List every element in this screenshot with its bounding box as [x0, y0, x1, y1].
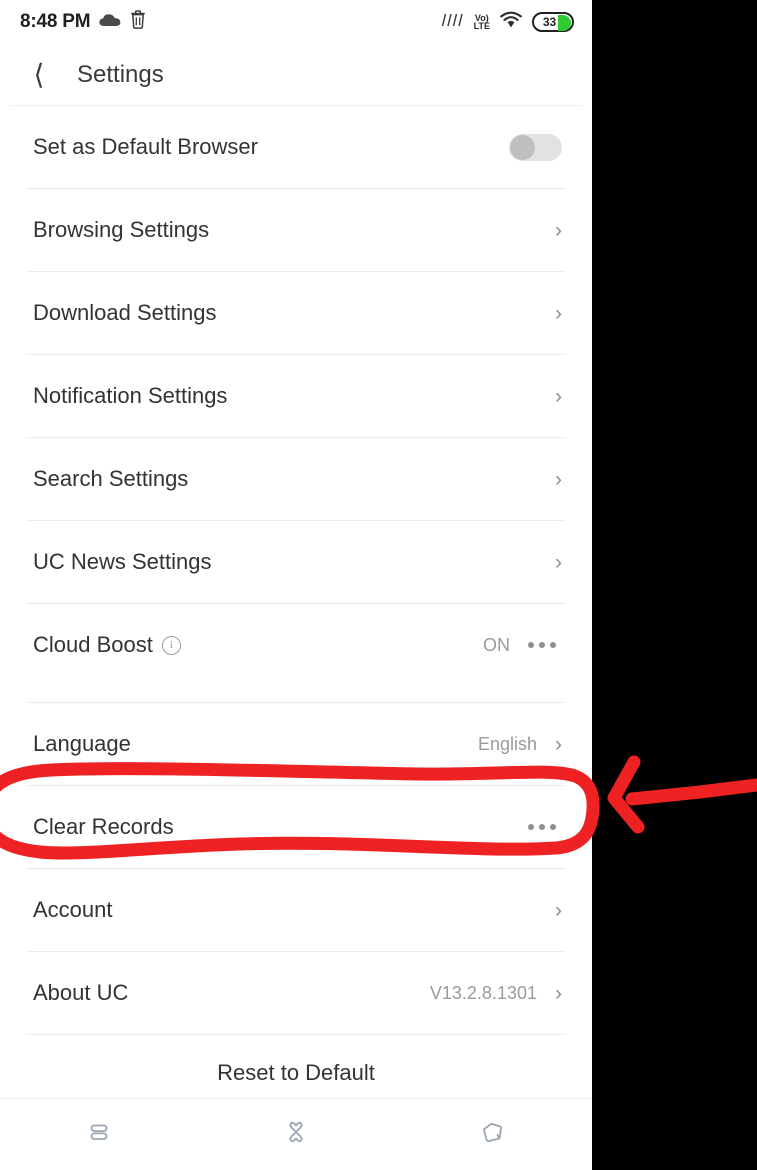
trash-icon — [130, 10, 146, 34]
page-title: Settings — [77, 61, 164, 88]
settings-list: Set as Default Browser Browsing Settings… — [0, 106, 592, 1111]
about-uc-version: V13.2.8.1301 — [429, 982, 537, 1003]
status-bar-right: Vo) LTE 33 — [439, 11, 574, 34]
reset-to-default-label: Reset to Default — [217, 1060, 375, 1085]
default-browser-toggle[interactable] — [509, 133, 562, 161]
settings-row-clear-records[interactable]: Clear Records — [0, 786, 592, 868]
more-options-icon[interactable] — [528, 642, 556, 648]
chevron-right-icon: › — [555, 384, 562, 408]
settings-row-about-uc[interactable]: About UC V13.2.8.1301 › — [0, 952, 592, 1034]
clover-cross-icon — [284, 1120, 308, 1149]
settings-row-download-settings[interactable]: Download Settings › — [0, 272, 592, 354]
battery-fill — [558, 15, 571, 31]
language-value: English — [477, 733, 537, 754]
settings-row-label: Clear Records — [33, 814, 174, 839]
settings-row-label: Notification Settings — [33, 383, 228, 408]
battery-indicator: 33 — [532, 12, 574, 32]
settings-row-right: › — [555, 552, 562, 573]
settings-row-language[interactable]: Language English › — [0, 703, 592, 785]
chevron-right-icon: › — [555, 218, 562, 242]
cloud-boost-value: ON — [483, 634, 510, 655]
section-gap — [0, 686, 592, 702]
settings-row-right — [528, 824, 562, 830]
settings-row-right: › — [555, 386, 562, 407]
lte-label: LTE — [473, 21, 490, 31]
settings-row-cloud-boost[interactable]: Cloud Boost i ON — [0, 604, 592, 686]
settings-row-set-as-default-browser[interactable]: Set as Default Browser — [0, 106, 592, 188]
annotation-arrow-head — [607, 755, 645, 834]
settings-row-search-settings[interactable]: Search Settings › — [0, 438, 592, 520]
status-bar: 8:48 PM Vo) LTE 33 — [0, 0, 592, 44]
settings-row-label: Browsing Settings — [33, 217, 210, 242]
nav-item-clover[interactable] — [197, 1120, 394, 1149]
annotation-arrow-shaft — [625, 778, 757, 806]
toggle-knob — [510, 134, 535, 160]
settings-row-label: UC News Settings — [33, 549, 212, 574]
chevron-right-icon: › — [555, 467, 562, 491]
page-header: ⟨ Settings — [0, 44, 592, 106]
settings-row-label: Download Settings — [33, 300, 217, 325]
more-options-icon[interactable] — [528, 824, 556, 830]
settings-row-notification-settings[interactable]: Notification Settings › — [0, 355, 592, 437]
nav-item-tag[interactable] — [395, 1120, 592, 1149]
settings-row-label: Search Settings — [33, 466, 189, 491]
chevron-right-icon: › — [555, 550, 562, 574]
settings-row-uc-news-settings[interactable]: UC News Settings › — [0, 521, 592, 603]
settings-row-account[interactable]: Account › — [0, 869, 592, 951]
wifi-icon — [499, 11, 523, 34]
cloud-icon — [99, 12, 121, 32]
chevron-right-icon: › — [555, 898, 562, 922]
chevron-right-icon: › — [555, 301, 562, 325]
info-icon[interactable]: i — [161, 635, 181, 655]
settings-row-right: ON — [483, 635, 562, 656]
status-bar-left: 8:48 PM — [20, 10, 146, 34]
back-chevron-icon[interactable]: ⟨ — [26, 61, 52, 89]
nav-item-list[interactable] — [0, 1120, 197, 1149]
settings-row-right: › — [555, 303, 562, 324]
phone-screen: 8:48 PM Vo) LTE 33 ⟨ Settings Set as Def… — [0, 0, 592, 1170]
settings-row-label: About UC — [33, 980, 129, 1005]
settings-row-label: Cloud Boost — [33, 632, 153, 657]
settings-row-label: Language — [33, 731, 131, 756]
chevron-right-icon: › — [555, 981, 562, 1005]
settings-row-label: Account — [33, 897, 113, 922]
bottom-navigation-bar — [0, 1098, 592, 1170]
tag-slash-icon — [481, 1120, 505, 1149]
settings-row-right: › — [555, 469, 562, 490]
settings-row-label: Set as Default Browser — [33, 134, 258, 159]
settings-row-label-wrap: Cloud Boost i — [33, 632, 181, 658]
settings-row-right: › — [555, 220, 562, 241]
lte-network-icon: Vo) LTE — [473, 14, 490, 31]
settings-row-right: › — [555, 900, 562, 921]
settings-row-browsing-settings[interactable]: Browsing Settings › — [0, 189, 592, 271]
settings-row-right: V13.2.8.1301 › — [430, 983, 562, 1004]
chevron-right-icon: › — [555, 732, 562, 756]
status-clock: 8:48 PM — [20, 11, 91, 32]
list-lines-icon — [87, 1120, 111, 1149]
settings-row-right: English › — [478, 734, 562, 755]
signal-bars-icon — [439, 11, 465, 33]
battery-percent: 33 — [542, 15, 557, 29]
